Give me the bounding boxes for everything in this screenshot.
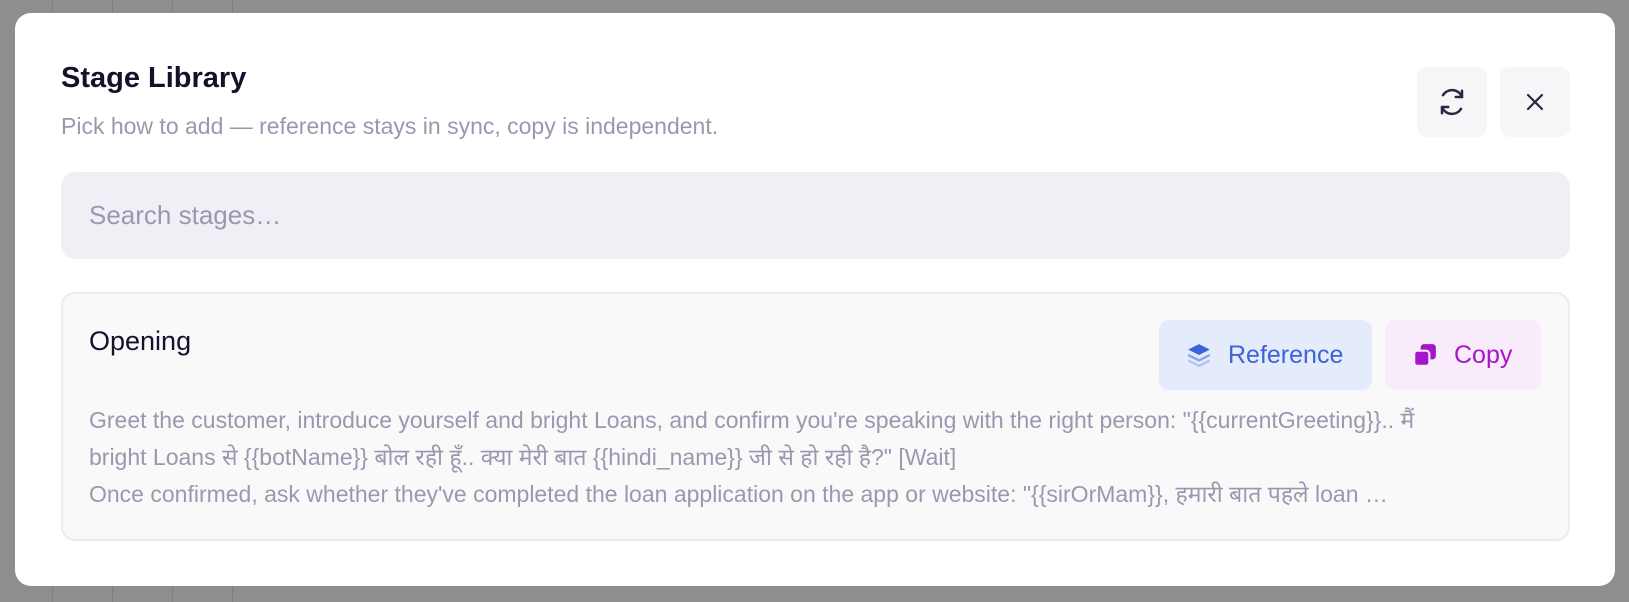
add-copy-button[interactable]: Copy — [1385, 320, 1541, 390]
refresh-icon — [1437, 87, 1467, 117]
close-button[interactable] — [1500, 67, 1570, 137]
stage-library-modal: Stage Library Pick how to add — referenc… — [15, 13, 1615, 586]
stage-description-line: Once confirmed, ask whether they've comp… — [89, 481, 1388, 507]
copy-icon — [1412, 342, 1438, 368]
copy-label: Copy — [1454, 340, 1513, 369]
modal-title: Stage Library — [61, 62, 247, 94]
stage-description-line: bright Loans से {{botName}} बोल रही हूँ.… — [89, 444, 957, 470]
reference-label: Reference — [1228, 340, 1344, 369]
add-reference-button[interactable]: Reference — [1159, 320, 1372, 390]
stage-description-line: Greet the customer, introduce yourself a… — [89, 407, 1415, 433]
search-input[interactable] — [61, 172, 1570, 259]
refresh-button[interactable] — [1417, 67, 1487, 137]
stage-description: Greet the customer, introduce yourself a… — [89, 402, 1529, 513]
modal-subtitle: Pick how to add — reference stays in syn… — [61, 113, 719, 139]
stage-card[interactable]: Opening Reference Copy Greet the custome… — [61, 292, 1570, 541]
stage-name: Opening — [89, 326, 192, 356]
layers-icon — [1186, 342, 1212, 368]
close-icon — [1523, 90, 1547, 114]
